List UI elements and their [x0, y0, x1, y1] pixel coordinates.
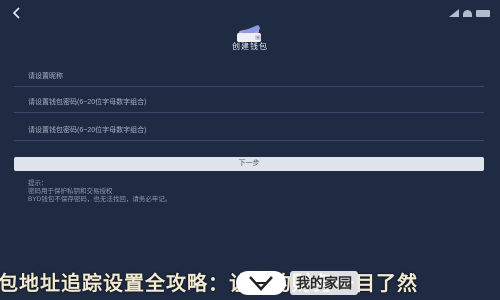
nickname-field — [14, 66, 484, 87]
password-field — [14, 92, 484, 113]
signal-icon — [449, 9, 459, 17]
page-title: 创建钱包 — [232, 42, 268, 51]
confirm-password-field — [14, 120, 484, 141]
password-notice: 提示： 密码用于保护私钥和交易授权 BYD钱包不保存密码，也无法找回，请务必牢记… — [28, 180, 468, 204]
status-icons — [449, 8, 490, 18]
nickname-input[interactable] — [28, 69, 468, 83]
watermark-logo-icon — [236, 271, 286, 295]
battery-icon — [476, 9, 490, 17]
wifi-icon — [463, 9, 472, 17]
site-watermark: 我的家园 — [236, 270, 358, 296]
back-arrow-icon[interactable] — [10, 6, 24, 20]
confirm-password-input[interactable] — [28, 123, 468, 137]
notice-line: 密码用于保护私钥和交易授权 — [28, 188, 113, 195]
status-bar — [0, 0, 500, 26]
notice-heading: 提示： — [28, 180, 48, 187]
next-step-button[interactable]: 下一步 — [14, 157, 484, 171]
watermark-text: 我的家园 — [290, 271, 358, 295]
notice-line: BYD钱包不保存密码，也无法找回，请务必牢记。 — [28, 196, 172, 203]
password-input[interactable] — [28, 95, 468, 109]
